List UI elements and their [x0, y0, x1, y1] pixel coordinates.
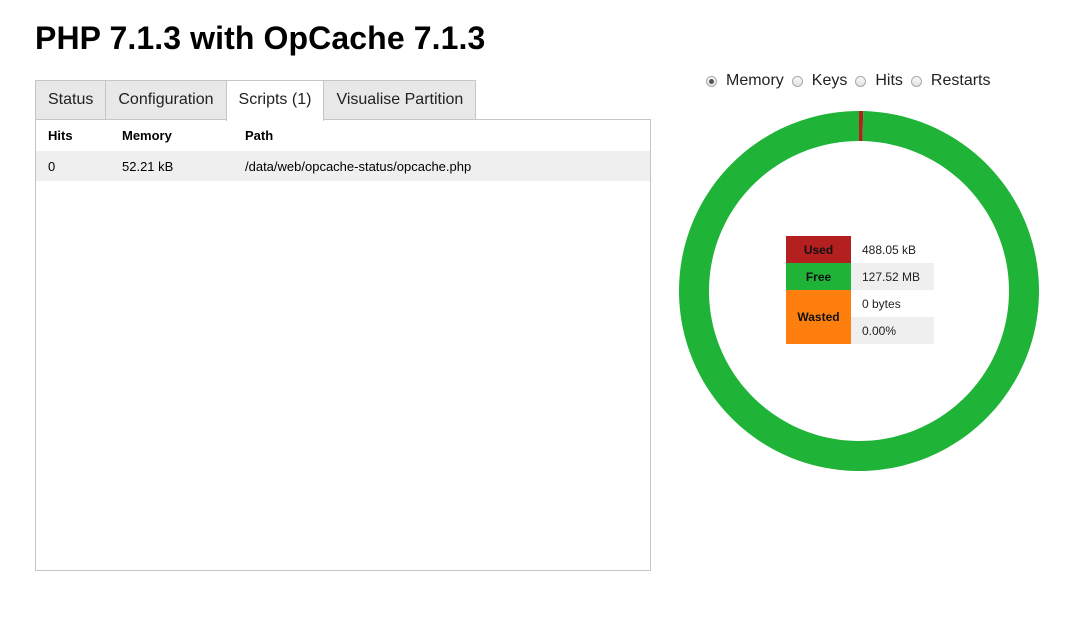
radio-keys[interactable]: Keys — [791, 72, 848, 90]
tab-status[interactable]: Status — [35, 80, 107, 119]
tab-visualise-partition[interactable]: Visualise Partition — [323, 80, 477, 119]
scripts-panel: Hits Memory Path 0 52.21 kB /data/web/op… — [35, 119, 651, 571]
legend-row-free: Free 127.52 MB — [786, 263, 934, 290]
legend-key-wasted: Wasted — [786, 290, 851, 344]
column-header-memory: Memory — [122, 128, 172, 143]
radio-label-restarts: Restarts — [930, 72, 991, 89]
opcache-status-page: PHP 7.1.3 with OpCache 7.1.3 Status Conf… — [0, 0, 1084, 635]
legend-value-wasted-percent: 0.00% — [851, 317, 934, 344]
legend-value-wasted: 0 bytes — [862, 296, 901, 311]
column-header-hits: Hits — [48, 128, 73, 143]
tab-bar: Status Configuration Scripts (1) Visuali… — [35, 80, 477, 121]
radio-label-keys: Keys — [811, 72, 848, 89]
radio-button-memory[interactable] — [706, 75, 717, 87]
table-row: 0 52.21 kB /data/web/opcache-status/opca… — [36, 151, 650, 181]
legend-key-free: Free — [786, 263, 851, 290]
column-header-path: Path — [245, 128, 274, 143]
radio-button-restarts[interactable] — [910, 75, 922, 87]
page-title: PHP 7.1.3 with OpCache 7.1.3 — [35, 20, 486, 56]
tab-scripts[interactable]: Scripts (1) — [225, 80, 325, 121]
tab-configuration[interactable]: Configuration — [105, 80, 227, 119]
legend-row-wasted: Wasted 0 bytes — [786, 290, 934, 344]
scripts-table: Hits Memory Path 0 52.21 kB /data/web/op… — [36, 120, 650, 181]
radio-restarts[interactable]: Restarts — [910, 72, 991, 90]
donut-slice-used — [859, 111, 864, 142]
radio-label-memory: Memory — [726, 72, 784, 89]
radio-hits[interactable]: Hits — [855, 72, 903, 90]
script-memory-cell: 52.21 kB — [122, 151, 245, 181]
radio-button-keys[interactable] — [791, 75, 803, 87]
radio-button-hits[interactable] — [855, 75, 867, 87]
script-path-cell: /data/web/opcache-status/opcache.php — [245, 151, 650, 181]
graph-type-selector: Memory Keys Hits Restarts — [706, 70, 999, 92]
memory-legend: Used 488.05 kB Free 127.52 MB Wasted 0 b… — [786, 236, 934, 344]
legend-row-used: Used 488.05 kB — [786, 236, 934, 263]
table-header-row: Hits Memory Path — [36, 120, 650, 151]
script-hits-cell: 0 — [36, 151, 122, 181]
radio-label-hits: Hits — [875, 72, 903, 89]
legend-value-free: 127.52 MB — [851, 263, 934, 290]
radio-memory[interactable]: Memory — [706, 72, 784, 90]
legend-value-used: 488.05 kB — [862, 242, 917, 257]
legend-key-used: Used — [786, 236, 851, 263]
